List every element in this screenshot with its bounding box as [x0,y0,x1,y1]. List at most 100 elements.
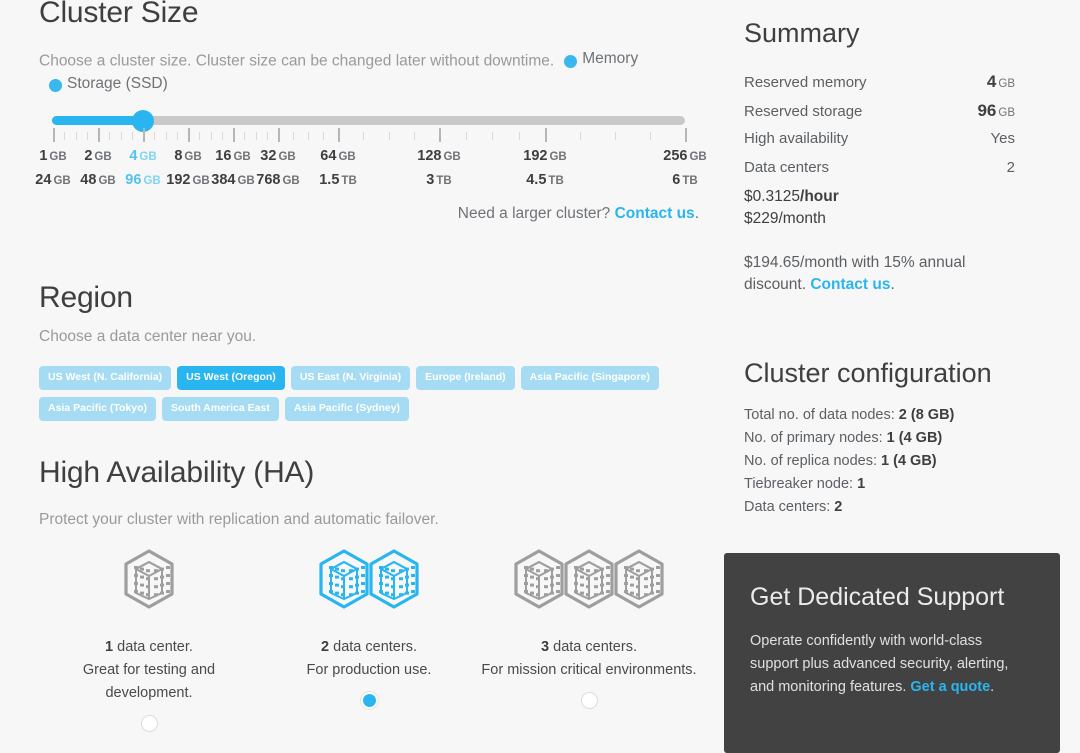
summary-row: Data centers 2 [744,159,1015,188]
slider-storage-label: 6 TB [672,172,698,188]
memory-legend-dot [564,54,578,68]
summary-row-value: 96 [977,101,997,120]
slider-memory-label: 64 GB [320,148,356,164]
ha-option-radio[interactable] [580,692,598,709]
cluster-configuration-title: Cluster configuration [744,358,992,388]
region-option[interactable]: Asia Pacific (Singapore) [520,366,659,390]
slider-tick-minor [86,132,88,140]
slider-ticks [39,128,699,144]
cluster-configuration-row: No. of replica nodes: 1 (4 GB) [744,450,954,473]
cluster-configuration-label: No. of replica nodes: [744,453,882,469]
slider-tick-minor [131,132,133,140]
get-a-quote-link[interactable]: Get a quote [910,679,990,695]
cluster-size-title: Cluster Size [39,0,199,29]
price-period: /hour [800,188,839,205]
summary-row-label: Reserved storage [744,103,863,120]
region-description: Choose a data center near you. [39,328,257,345]
ha-option[interactable]: 2 data centers. For production use. [259,548,479,732]
ha-option-title: data centers. [329,639,417,655]
high-availability-options: 1 data center. Great for testing and deve… [39,548,699,732]
slider-tick-major [439,128,441,142]
slider-storage-label: 4.5 TB [526,172,564,188]
slider-storage-label: 24 GB [35,172,71,188]
region-option[interactable]: US East (N. Virginia) [290,366,411,390]
slider-memory-label: 8 GB [174,148,202,164]
slider-memory-label: 32 GB [260,148,296,164]
high-availability-description: Protect your cluster with replication an… [39,511,439,528]
summary-row: High availability Yes [744,130,1015,159]
slider-tick-minor [165,132,167,140]
slider-tick-minor [154,132,156,140]
region-option[interactable]: US West (Oregon) [177,366,285,390]
slider-storage-label: 384 GB [211,172,255,188]
contact-us-link-slider[interactable]: Contact us [615,205,695,222]
region-option[interactable]: Asia Pacific (Tokyo) [39,397,157,421]
data-center-icon [614,549,664,609]
slider-tick-minor [293,132,294,140]
ha-option-icons [39,548,259,610]
ha-option-radio[interactable] [140,715,158,732]
slider-tick-major [188,128,190,142]
data-center-icon [369,549,419,609]
region-option[interactable]: Asia Pacific (Sydney) [284,397,410,421]
slider-memory-label: 4 GB [129,148,157,164]
slider-tick-minor [323,132,324,140]
slider-tick-minor [518,132,520,140]
cluster-configuration-rows: Total no. of data nodes: 2 (8 GB) No. of … [744,404,954,519]
cluster-configuration-label: No. of primary nodes: [744,430,887,446]
slider-storage-label: 1.5 TB [319,172,357,188]
summary-row: Reserved memory 4 GB [744,72,1015,101]
slider-storage-labels: 24 GB 48 GB 96 GB 192 GB 384 GB 768 GB 1.5 TB 3 TB 4.5 TB… [35,172,699,192]
slider-storage-label: 3 TB [426,172,452,188]
slider-tick-major [278,128,280,142]
slider-tick-minor [465,132,467,140]
legend-memory: Memory [564,48,638,70]
ha-option-description: For mission critical environments. [481,662,697,678]
slider-tick-minor [64,132,66,140]
dedicated-support-body: Operate confidently with world-class sup… [750,630,1034,699]
price-block: $0.3125/hour $229/month [744,186,839,230]
slider-tick-minor [221,132,223,140]
slider-tick-minor [650,132,651,140]
price-amount: $0.3125 [744,188,801,205]
region-title: Region [39,281,133,314]
ha-option[interactable]: 3 data centers. For mission critical envi… [479,548,699,732]
slider-storage-label: 768 GB [256,172,300,188]
slider-storage-label: 48 GB [80,172,116,188]
slider-memory-labels: 1 GB 2 GB 4 GB 8 GB 16 GB 32 GB 64 GB 128 GB 192 GB 256 GB [39,148,706,168]
contact-us-link-discount[interactable]: Contact us [810,276,890,293]
region-options: US West (N. California) US West (Oregon) U… [39,366,699,428]
slider-memory-label: 16 GB [215,148,251,164]
slider-tick-minor [210,132,212,140]
slider-memory-label: 192 GB [523,148,567,164]
region-option[interactable]: South America East [162,397,279,421]
storage-legend-label: Storage (SSD) [67,74,168,92]
slider-memory-label: 2 GB [84,148,112,164]
summary-row-label: Data centers [744,159,830,176]
ha-option-text: 2 data centers. For production use. [259,636,479,682]
slider-tick-minor [492,132,493,140]
slider-tick-minor [244,132,246,140]
slider-tick-major [545,128,547,142]
cluster-configuration-row: Tiebreaker node: 1 [744,473,954,496]
slider-storage-label: 96 GB [125,172,161,188]
slider-tick-major [233,128,235,142]
dedicated-support-title: Get Dedicated Support [750,583,1005,611]
ha-option-icons [479,548,699,610]
summary-row-value: 4 [986,72,997,91]
slider-tick-minor [109,132,111,140]
ha-option-description: Great for testing and development. [82,662,216,701]
dedicated-support-period: . [990,679,995,695]
configuration-column: Cluster Size Choose a cluster size. Clus… [0,0,710,733]
ha-option-description: For production use. [306,662,432,678]
region-option[interactable]: US West (N. California) [39,366,172,390]
region-option[interactable]: Europe (Ireland) [416,366,515,390]
slider-tick-minor [363,132,365,140]
slider-tick-major [53,128,55,142]
ha-option-radio[interactable] [360,692,378,709]
price-hourly: $0.3125/hour [744,186,839,208]
cluster-configuration-value: 1 (4 GB) [881,453,937,469]
ha-option[interactable]: 1 data center. Great for testing and deve… [39,548,259,732]
summary-rows: Reserved memory 4 GB Reserved storage 96 GB Hi… [744,72,1015,188]
slider-tick-minor [388,132,390,140]
